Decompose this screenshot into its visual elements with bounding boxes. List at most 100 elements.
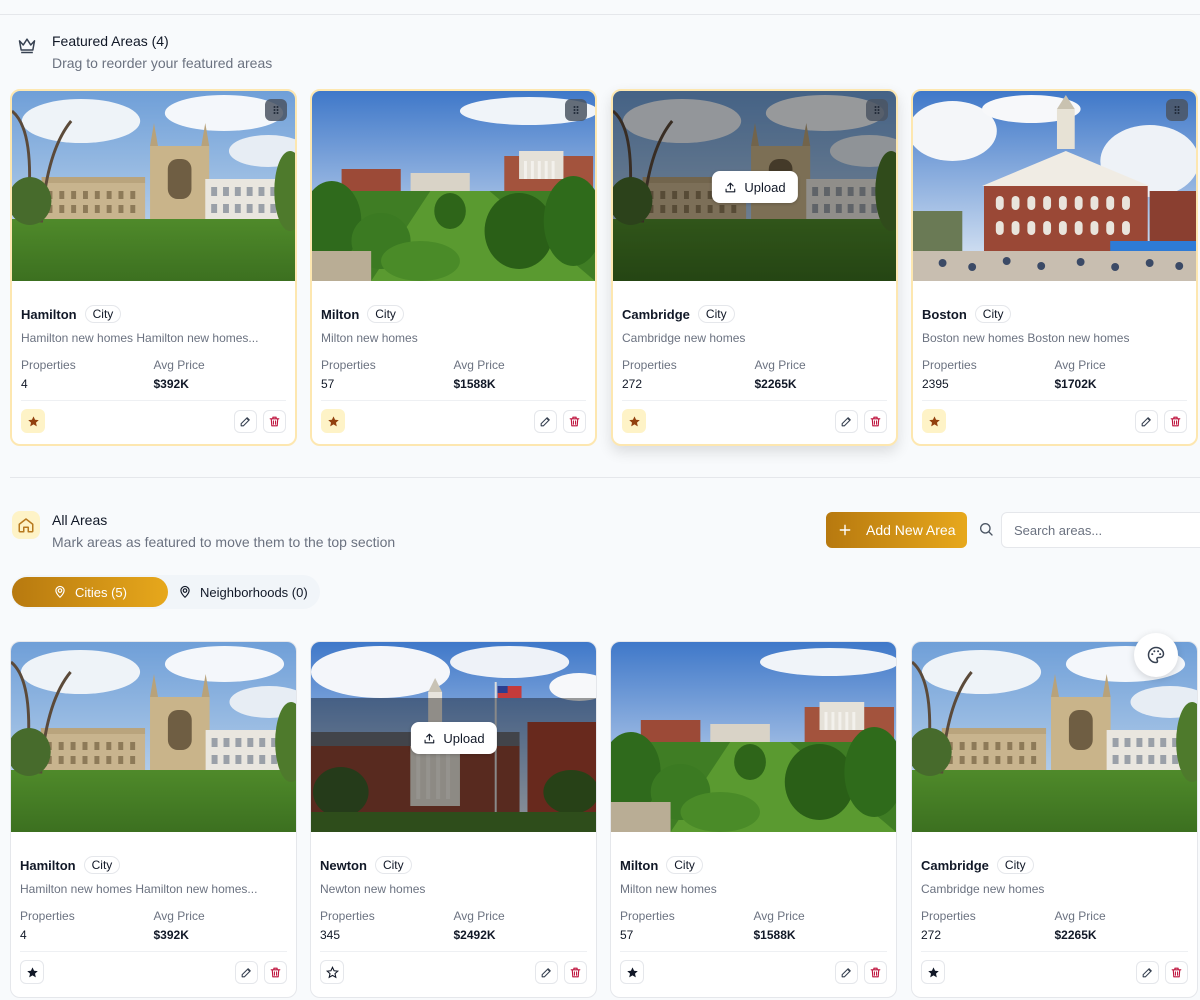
area-card[interactable]: Cambridge City Cambridge new homes Proper…	[911, 641, 1198, 998]
star-outline-icon	[326, 966, 339, 979]
type-badge: City	[697, 305, 735, 323]
avg-price-label: Avg Price	[453, 358, 505, 372]
properties-label: Properties	[921, 909, 976, 923]
upload-button[interactable]: Upload	[410, 722, 497, 754]
edit-button[interactable]	[534, 409, 557, 433]
properties-count: 4	[21, 377, 28, 391]
feature-star-button[interactable]	[20, 960, 44, 984]
card-divider	[622, 400, 887, 401]
area-name: Milton	[620, 857, 659, 873]
featured-card[interactable]: Hamilton City Hamilton new homes Hamilton…	[10, 89, 297, 446]
delete-button[interactable]	[864, 960, 887, 984]
add-new-area-button[interactable]: Add New Area	[826, 512, 967, 548]
edit-button[interactable]	[1135, 409, 1158, 433]
edit-button[interactable]	[1136, 960, 1159, 984]
map-pin-icon	[178, 585, 192, 599]
feature-star-button[interactable]	[922, 409, 946, 433]
delete-button[interactable]	[1165, 960, 1188, 984]
edit-button[interactable]	[234, 409, 257, 433]
type-badge: City	[996, 856, 1034, 874]
properties-label: Properties	[320, 909, 375, 923]
trash-icon	[569, 966, 582, 979]
star-icon	[928, 415, 941, 428]
card-divider	[620, 951, 887, 952]
properties-label: Properties	[620, 909, 675, 923]
area-name: Boston	[922, 306, 967, 322]
area-name: Cambridge	[622, 306, 690, 322]
drag-handle-icon[interactable]	[866, 99, 888, 121]
properties-label: Properties	[922, 358, 977, 372]
drag-handle-icon[interactable]	[1166, 99, 1188, 121]
avg-price-value: $1588K	[753, 928, 796, 942]
tab-neighborhoods[interactable]: Neighborhoods (0)	[168, 577, 308, 607]
properties-label: Properties	[21, 358, 76, 372]
featured-card[interactable]: Upload Cambridge City Cambridge new homes…	[611, 89, 898, 446]
tab-cities[interactable]: Cities (5)	[12, 577, 168, 607]
trash-icon	[568, 415, 581, 428]
featured-card[interactable]: Milton City Milton new homes Properties 57…	[310, 89, 597, 446]
properties-count: 2395	[922, 377, 949, 391]
type-badge: City	[83, 856, 121, 874]
area-description: Cambridge new homes	[921, 882, 1045, 896]
edit-button[interactable]	[535, 960, 558, 984]
type-badge: City	[84, 305, 122, 323]
avg-price-value: $1702K	[1054, 377, 1097, 391]
edit-icon	[240, 966, 253, 979]
delete-button[interactable]	[263, 409, 286, 433]
area-description: Milton new homes	[620, 882, 717, 896]
tab-neighborhoods-label: Neighborhoods (0)	[200, 584, 308, 600]
area-description: Cambridge new homes	[622, 331, 746, 345]
delete-button[interactable]	[864, 409, 887, 433]
avg-price-label: Avg Price	[1054, 909, 1106, 923]
area-card[interactable]: Milton City Milton new homes Properties 57…	[610, 641, 897, 998]
avg-price-label: Avg Price	[754, 358, 806, 372]
feature-star-button[interactable]	[921, 960, 945, 984]
avg-price-label: Avg Price	[453, 909, 505, 923]
delete-button[interactable]	[1164, 409, 1187, 433]
edit-icon	[239, 415, 252, 428]
upload-icon	[723, 181, 736, 194]
edit-button[interactable]	[835, 409, 858, 433]
area-card[interactable]: Upload Newton City Newton new homes Prope…	[310, 641, 597, 998]
all-areas-header: All Areas Mark areas as featured to move…	[12, 511, 395, 551]
avg-price-value: $392K	[153, 928, 189, 942]
avg-price-label: Avg Price	[153, 358, 205, 372]
feature-star-button[interactable]	[321, 409, 345, 433]
drag-handle-icon[interactable]	[265, 99, 287, 121]
avg-price-label: Avg Price	[153, 909, 205, 923]
properties-count: 4	[20, 928, 27, 942]
edit-button[interactable]	[235, 960, 258, 984]
properties-count: 272	[921, 928, 942, 942]
delete-button[interactable]	[564, 960, 587, 984]
trash-icon	[1170, 966, 1183, 979]
edit-icon	[840, 415, 853, 428]
feature-star-button[interactable]	[21, 409, 45, 433]
area-card[interactable]: Hamilton City Hamilton new homes Hamilton…	[10, 641, 297, 998]
feature-star-button[interactable]	[622, 409, 646, 433]
drag-handle-icon[interactable]	[565, 99, 587, 121]
featured-card[interactable]: Boston City Boston new homes Boston new h…	[911, 89, 1198, 446]
feature-star-button[interactable]	[320, 960, 344, 984]
properties-label: Properties	[622, 358, 677, 372]
area-photo	[12, 91, 295, 281]
edit-icon	[1141, 966, 1154, 979]
area-description: Newton new homes	[320, 882, 426, 896]
area-image	[12, 91, 295, 281]
palette-icon	[1147, 646, 1165, 664]
avg-price-value: $392K	[153, 377, 189, 391]
feature-star-button[interactable]	[620, 960, 644, 984]
theme-palette-button[interactable]	[1134, 633, 1178, 677]
plus-icon	[839, 524, 851, 536]
delete-button[interactable]	[264, 960, 287, 984]
upload-button[interactable]: Upload	[711, 171, 798, 203]
type-badge: City	[974, 305, 1012, 323]
search-input[interactable]	[1001, 512, 1200, 548]
edit-button[interactable]	[835, 960, 858, 984]
delete-button[interactable]	[563, 409, 586, 433]
properties-count: 57	[620, 928, 634, 942]
edit-icon	[840, 966, 853, 979]
avg-price-value: $1588K	[453, 377, 496, 391]
avg-price-label: Avg Price	[753, 909, 805, 923]
tab-cities-label: Cities (5)	[74, 584, 127, 600]
edit-icon	[540, 966, 553, 979]
